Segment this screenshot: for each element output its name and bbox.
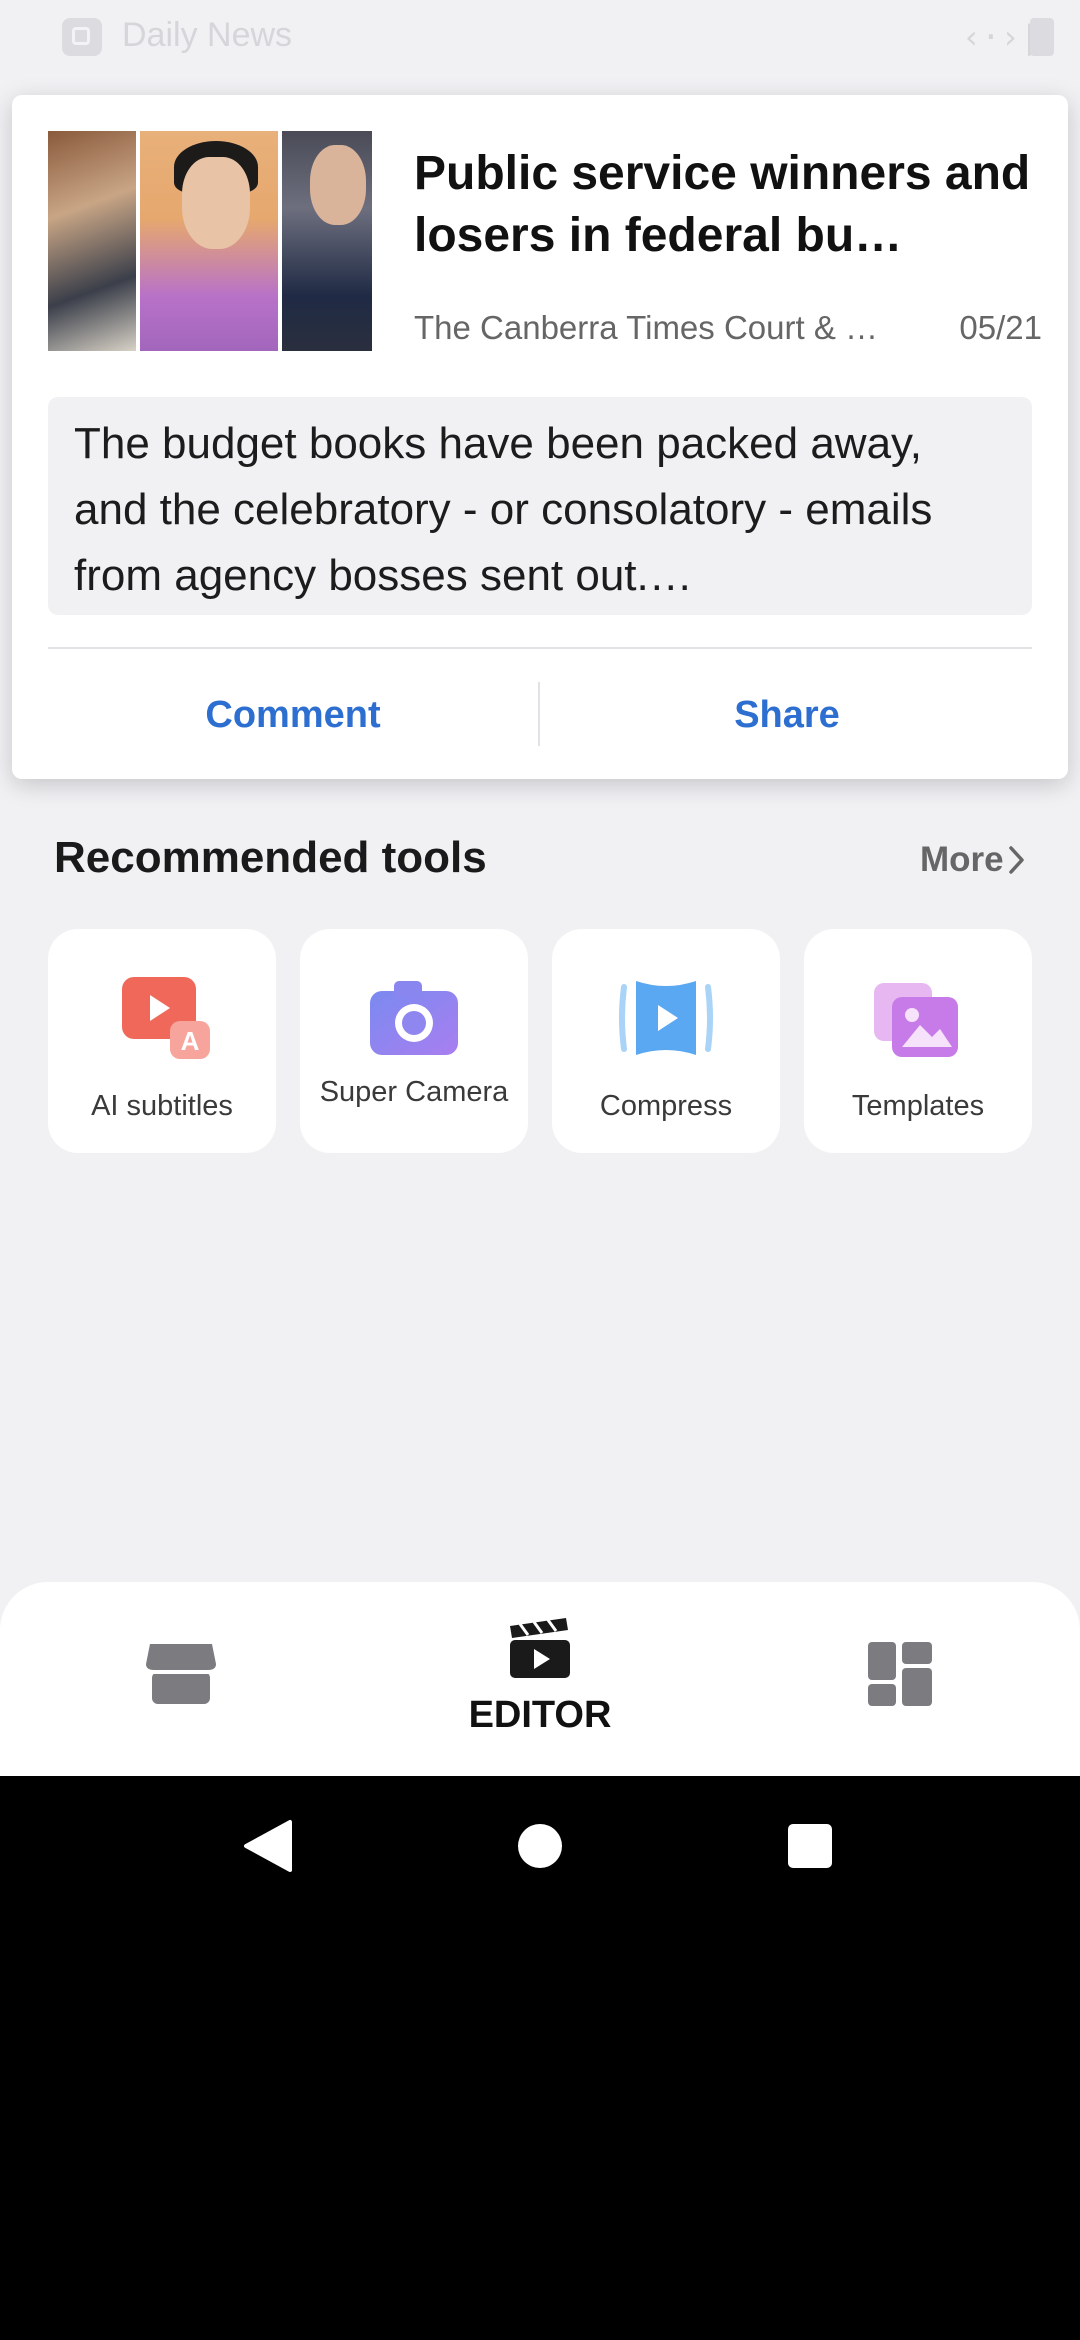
recommended-tools-title: Recommended tools <box>54 833 487 882</box>
templates-icon <box>874 983 958 1057</box>
share-button[interactable]: Share <box>542 675 1032 755</box>
news-title[interactable]: Public service winners and losers in fed… <box>414 143 1044 267</box>
tool-label: Super Camera <box>319 1076 509 1108</box>
nav-editor[interactable]: EDITOR <box>440 1582 640 1776</box>
tool-templates[interactable]: Templates <box>804 929 1032 1153</box>
clapperboard-icon <box>510 1618 570 1678</box>
home-icon[interactable] <box>510 1816 570 1876</box>
camera-icon <box>370 981 458 1055</box>
back-icon[interactable] <box>240 1816 300 1876</box>
more-label: More <box>920 840 1004 879</box>
battery-icon <box>1030 18 1054 56</box>
divider <box>48 647 1032 649</box>
tool-label: Templates <box>851 1090 985 1122</box>
system-nav-bar <box>0 1776 1080 1916</box>
news-popup-card[interactable]: Public service winners and losers in fed… <box>12 95 1068 779</box>
nav-dashboard[interactable] <box>860 1582 940 1776</box>
code-icon: ‹·›| <box>962 18 1040 56</box>
news-app-icon <box>62 18 102 56</box>
nav-store[interactable] <box>130 1582 230 1776</box>
bottom-nav: EDITOR <box>0 1582 1080 1776</box>
news-summary[interactable]: The budget books have been packed away, … <box>48 397 1032 615</box>
chevron-right-icon <box>1008 846 1024 874</box>
nav-editor-label: EDITOR <box>468 1694 612 1736</box>
tool-label: AI subtitles <box>91 1090 233 1122</box>
news-thumbnail <box>48 131 372 351</box>
tool-ai-subtitles[interactable]: A AI subtitles <box>48 929 276 1153</box>
tool-label: Compress <box>599 1090 733 1122</box>
screen: Daily News ‹·›| Recommended tools More A… <box>0 0 1080 1776</box>
tool-compress[interactable]: Compress <box>552 929 780 1153</box>
status-app-title: Daily News <box>122 16 293 54</box>
button-separator <box>538 682 540 746</box>
svg-text:A: A <box>181 1026 200 1056</box>
compress-icon <box>619 981 713 1055</box>
more-link[interactable]: More <box>920 840 1026 880</box>
comment-button[interactable]: Comment <box>48 675 538 755</box>
store-icon <box>146 1644 216 1704</box>
recents-icon[interactable] <box>780 1816 840 1876</box>
ai-subtitles-icon: A <box>122 977 210 1059</box>
tool-super-camera[interactable]: Super Camera <box>300 929 528 1153</box>
news-date: 05/21 <box>959 309 1042 346</box>
status-bar: Daily News ‹·›| <box>0 0 1080 72</box>
dashboard-icon <box>868 1642 932 1706</box>
news-source: The Canberra Times Court & … <box>414 309 878 346</box>
